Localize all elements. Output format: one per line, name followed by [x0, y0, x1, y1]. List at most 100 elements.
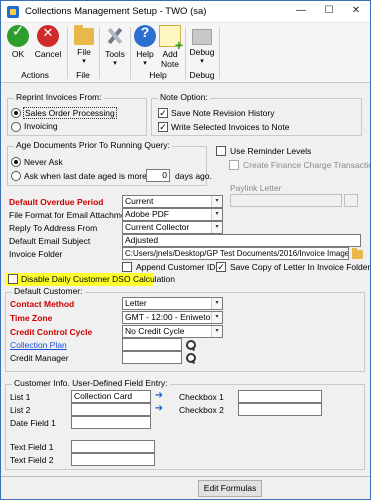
time-zone-value: GMT - 12:00 - Eniwetok, Kwajalein: [125, 312, 222, 322]
ask-when-label: Ask when last date aged is more than: [24, 171, 166, 181]
use-reminder-levels-checkbox[interactable]: [216, 146, 226, 156]
ok-button[interactable]: OK: [6, 25, 30, 59]
maximize-button[interactable]: ☐: [315, 1, 343, 22]
window-title: Collections Management Setup - TWO (sa): [25, 6, 207, 17]
group-label-help: Help: [149, 70, 167, 80]
debug-menu-button[interactable]: Debug ▾: [188, 25, 216, 67]
default-overdue-period-value: Current: [125, 196, 154, 206]
paylink-letter-lookup-button[interactable]: [344, 194, 358, 207]
chevron-down-icon: ▾: [211, 196, 222, 207]
paylink-letter-input: [230, 194, 342, 207]
invoice-folder-label: Invoice Folder: [9, 249, 63, 259]
tools-icon: [104, 25, 126, 47]
folder-icon[interactable]: [352, 248, 363, 259]
file-menu-button[interactable]: File ▾: [71, 25, 97, 67]
radio-ask-when[interactable]: [11, 171, 21, 181]
disable-dso-checkbox[interactable]: [8, 274, 18, 284]
write-selected-invoices-checkbox[interactable]: ✓: [158, 122, 168, 132]
chevron-down-icon: ▾: [113, 60, 117, 67]
cancel-label: Cancel: [34, 49, 62, 59]
chevron-down-icon: ▾: [211, 312, 222, 323]
add-note-icon: [159, 25, 183, 50]
append-customer-id-checkbox[interactable]: [122, 262, 132, 272]
ribbon-separator: [67, 27, 68, 79]
checkbox1-label: Checkbox 1: [179, 392, 224, 402]
paylink-letter-label: Paylink Letter: [230, 183, 282, 193]
disable-dso-label: Disable Daily Customer DSO Calculation: [21, 274, 176, 284]
text-field2-label: Text Field 2: [10, 455, 54, 465]
save-note-revision-checkbox[interactable]: ✓: [158, 108, 168, 118]
help-menu-button[interactable]: Help ▾: [133, 25, 157, 69]
group-label-file: File: [76, 70, 90, 80]
contact-method-value: Letter: [125, 298, 147, 308]
write-selected-invoices-label: Write Selected Invoices to Note: [171, 122, 290, 132]
file-format-value: Adobe PDF: [125, 209, 169, 219]
footer-divider: [1, 476, 370, 477]
group-label-actions: Actions: [21, 70, 49, 80]
days-ago-label: days ago.: [175, 171, 212, 181]
days-input[interactable]: 0: [146, 169, 170, 182]
contact-method-label: Contact Method: [10, 299, 75, 309]
credit-control-cycle-value: No Credit Cycle: [125, 326, 185, 336]
checkbox1-input[interactable]: [238, 390, 322, 403]
collection-plan-input[interactable]: [122, 338, 182, 351]
ribbon-separator: [99, 27, 100, 79]
credit-control-cycle-dropdown[interactable]: No Credit Cycle ▾: [122, 325, 223, 338]
collections-management-setup-window: Collections Management Setup - TWO (sa) …: [0, 0, 371, 500]
radio-invoicing[interactable]: [11, 122, 21, 132]
time-zone-label: Time Zone: [10, 313, 53, 323]
invoice-folder-input[interactable]: C:Users/jnels/Desktop/GP Test Documents/…: [122, 247, 349, 260]
chevron-down-icon: ▾: [211, 209, 222, 220]
radio-sales-order-processing[interactable]: [11, 108, 21, 118]
file-format-label: File Format for Email Attachments: [9, 210, 138, 220]
checkbox2-label: Checkbox 2: [179, 405, 224, 415]
save-copy-of-letter-checkbox[interactable]: ✓: [216, 262, 226, 272]
add-note-button[interactable]: Add Note: [158, 25, 183, 69]
default-customer-title: Default Customer:: [12, 286, 85, 296]
ribbon-separator: [130, 27, 131, 79]
text-field2-input[interactable]: [71, 453, 155, 466]
collection-plan-lookup-icon[interactable]: [185, 339, 197, 351]
checkbox2-input[interactable]: [238, 403, 322, 416]
app-icon: [7, 6, 19, 18]
list1-label: List 1: [10, 392, 31, 402]
list2-arrow-icon[interactable]: ➜: [153, 403, 165, 415]
never-ask-label: Never Ask: [24, 157, 63, 167]
close-button[interactable]: ✕: [342, 1, 370, 22]
file-menu-label: File: [77, 47, 91, 57]
time-zone-dropdown[interactable]: GMT - 12:00 - Eniwetok, Kwajalein ▾: [122, 311, 223, 324]
folder-icon: [74, 25, 94, 45]
tools-menu-button[interactable]: Tools ▾: [102, 25, 128, 69]
file-format-dropdown[interactable]: Adobe PDF ▾: [122, 208, 223, 221]
save-note-revision-label: Save Note Revision History: [171, 108, 275, 118]
save-copy-of-letter-label: Save Copy of Letter In Invoice Folder: [230, 262, 371, 272]
use-reminder-levels-label: Use Reminder Levels: [230, 146, 312, 156]
date-field1-input[interactable]: [71, 416, 151, 429]
credit-manager-lookup-icon[interactable]: [185, 352, 197, 364]
edit-formulas-button[interactable]: Edit Formulas: [198, 480, 262, 497]
cancel-button[interactable]: Cancel: [32, 25, 64, 59]
list1-arrow-icon[interactable]: ➜: [153, 390, 165, 402]
chevron-down-icon: ▾: [211, 298, 222, 309]
minimize-button[interactable]: —: [287, 1, 315, 22]
collection-plan-link[interactable]: Collection Plan: [10, 340, 67, 350]
reply-to-dropdown[interactable]: Current Collector ▾: [122, 221, 223, 234]
text-field1-input[interactable]: [71, 440, 155, 453]
debug-menu-label: Debug: [189, 47, 215, 57]
reply-to-label: Reply To Address From: [9, 223, 98, 233]
contact-method-dropdown[interactable]: Letter ▾: [122, 297, 223, 310]
radio-never-ask[interactable]: [11, 157, 21, 167]
create-finance-charge-checkbox[interactable]: [229, 160, 239, 170]
default-email-subject-input[interactable]: Adjusted: [122, 234, 361, 247]
help-menu-label: Help: [136, 49, 154, 59]
append-customer-id-label: Append Customer ID: [136, 262, 216, 272]
default-overdue-period-dropdown[interactable]: Current ▾: [122, 195, 223, 208]
list2-input[interactable]: [71, 403, 151, 416]
ribbon: OK Cancel Actions File ▾ File Tools ▾ He…: [1, 23, 370, 83]
tools-menu-label: Tools: [105, 49, 125, 59]
credit-manager-label: Credit Manager: [10, 353, 69, 363]
list1-input[interactable]: Collection Card: [71, 390, 151, 403]
credit-manager-input[interactable]: [122, 351, 182, 364]
chevron-down-icon: ▾: [211, 222, 222, 233]
debug-icon: [192, 29, 212, 45]
